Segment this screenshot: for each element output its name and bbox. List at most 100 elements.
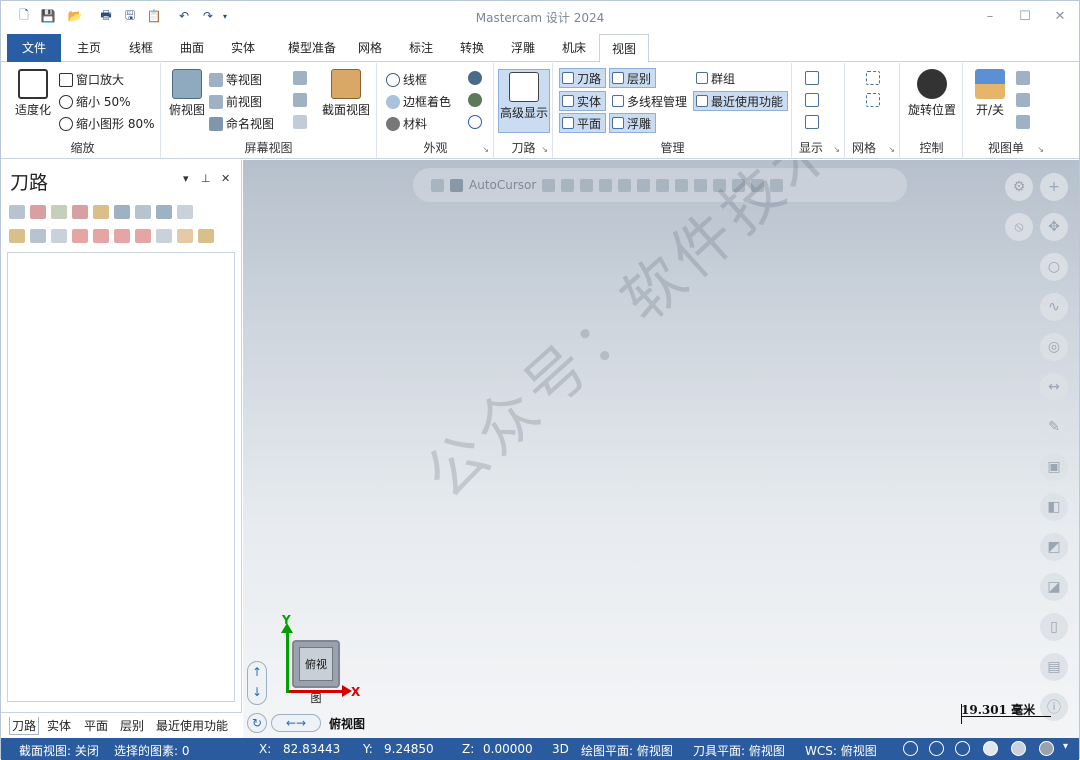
selected-entities-status[interactable]: 选择的图素: 0 [114,742,190,759]
more-icon[interactable]: ▾ [1063,741,1078,756]
zoom-out-80-button[interactable]: 缩小图形 80% [59,115,155,132]
tab-dimension[interactable]: 标注 [399,34,443,62]
z-coord-value[interactable]: 0.00000 [483,742,533,756]
box-icon[interactable]: ◧ [1040,493,1068,521]
material-sphere-icon[interactable] [1039,741,1054,756]
grid-icon[interactable] [866,71,880,85]
viewsheet-onoff-button[interactable]: 开/关 [970,69,1010,118]
zoom-out-50-button[interactable]: 缩小 50% [59,93,131,110]
move-icon[interactable]: ✥ [1040,213,1068,241]
tab-levels[interactable]: 层别 [120,717,144,734]
section-view-button[interactable]: 截面视图 [321,69,371,118]
tab-wireframe[interactable]: 线框 [119,34,163,62]
tab-planes[interactable]: 平面 [84,717,108,734]
solid-icon[interactable]: ▣ [1040,453,1068,481]
window-zoom-button[interactable]: 窗口放大 [59,71,124,88]
chain-icon[interactable] [599,178,613,192]
table-icon[interactable]: ▤ [1040,653,1068,681]
sphere-icon[interactable] [1011,741,1026,756]
globe-icon[interactable] [903,741,918,756]
recent-functions-toggle[interactable]: 最近使用功能 [693,91,789,111]
regenerate-dirty-icon[interactable] [72,205,88,219]
deselect-icon[interactable] [30,205,46,219]
material-button[interactable]: 材料 [386,115,427,132]
named-views-button[interactable]: 命名视图 [209,115,274,132]
tab-file[interactable]: 文件 [7,34,61,62]
cplane-status[interactable]: 绘图平面: 俯视图 [581,742,673,759]
fit-button[interactable]: 适度化 [11,69,55,118]
advanced-display-button[interactable]: 高级显示 [498,69,550,133]
graphics-viewport[interactable]: AutoCursor ⚙ + ⦸ ✥ ○ ∿ ◎ ↔ ✎ ▣ ◧ ◩ ◪ ▯ ▤ [243,160,1079,738]
rename-viewsheet-icon[interactable] [1016,93,1030,107]
point-icon[interactable] [561,178,575,192]
section-icon[interactable]: ▯ [1040,613,1068,641]
simulate-icon[interactable] [135,205,151,219]
sphere-icon[interactable] [983,741,998,756]
pin-icon[interactable]: ⊥ [201,172,211,185]
gcode-icon[interactable] [177,205,193,219]
group-launcher-icon[interactable]: ↘ [1037,145,1044,154]
tab-transform[interactable]: 转换 [450,34,494,62]
move-up-icon[interactable] [93,229,109,243]
group-launcher-icon[interactable]: ↘ [888,145,895,154]
body-select-icon[interactable] [675,178,689,192]
minimize-button[interactable]: – [975,7,1005,27]
x-coord-value[interactable]: 82.83443 [283,742,340,756]
cplane-display-icon[interactable] [805,115,819,129]
level-toggle[interactable]: 层别 [609,68,657,88]
toolpath-tree[interactable] [7,252,235,702]
tplane-status[interactable]: 刀具平面: 俯视图 [693,742,785,759]
group-launcher-icon[interactable]: ↘ [482,145,489,154]
move-down-icon[interactable] [72,229,88,243]
regenerate-icon[interactable] [51,205,67,219]
tab-model-prep[interactable]: 模型准备 [279,34,345,62]
delete-viewsheet-icon[interactable] [1016,115,1030,129]
relief-toggle[interactable]: 浮雕 [609,113,657,133]
toggle-display-icon[interactable] [30,229,46,243]
section-view-status[interactable]: 截面视图: 关闭 [19,742,99,759]
backside-icon[interactable] [468,93,482,107]
tab-machine[interactable]: 机床 [552,34,596,62]
tab-solids-panel[interactable]: 实体 [47,717,71,734]
rotate-position-button[interactable]: 旋转位置 [903,69,961,118]
layers-icon[interactable]: ◩ [1040,533,1068,561]
tab-surfaces[interactable]: 曲面 [170,34,214,62]
multithread-toggle[interactable]: 多线程管理 [609,91,692,111]
3d-mode-toggle[interactable]: 3D [552,742,569,756]
scroll-icon[interactable] [135,229,151,243]
select-all-icon[interactable] [9,205,25,219]
panel-close-icon[interactable]: ✕ [221,172,230,185]
tab-solids[interactable]: 实体 [221,34,265,62]
globe-icon[interactable] [955,741,970,756]
measure-icon[interactable]: ✎ [1040,413,1068,441]
tab-mesh[interactable]: 网格 [348,34,392,62]
snap-grid-icon[interactable] [866,93,880,107]
window-icon[interactable] [177,229,193,243]
vertical-nav-arrows[interactable]: ↑ ↓ [247,661,267,705]
stack-icon[interactable]: ◪ [1040,573,1068,601]
horizontal-nav-arrows[interactable]: ←→ [271,714,321,732]
lock-icon[interactable] [431,178,444,192]
tab-relief[interactable]: 浮雕 [501,34,545,62]
verify-icon[interactable] [114,205,130,219]
select-icon[interactable] [580,178,594,192]
gnomon-icon[interactable] [805,93,819,107]
edge-select-icon[interactable] [656,178,670,192]
translucency-icon[interactable] [468,71,482,85]
shaded-edges-button[interactable]: 边框着色 [386,93,451,110]
front-view-button[interactable]: 前视图 [209,93,262,110]
circle-icon[interactable]: ○ [1040,253,1068,281]
curve-icon[interactable]: ∿ [1040,293,1068,321]
back-view-icon[interactable] [293,115,307,129]
axes-icon[interactable] [805,71,819,85]
origin-icon[interactable] [542,178,556,192]
solid-toggle[interactable]: 实体 [559,91,607,111]
group-launcher-icon[interactable]: ↘ [833,145,840,154]
rotate-icon[interactable]: ↻ [247,713,267,733]
iso-view-button[interactable]: 等视图 [209,71,262,88]
close-button[interactable]: ✕ [1045,7,1075,27]
post-icon[interactable] [156,205,172,219]
tab-recent-functions[interactable]: 最近使用功能 [156,717,228,734]
autocursor-label[interactable]: AutoCursor [469,178,536,192]
no-entry-icon[interactable]: ⦸ [1005,213,1033,241]
